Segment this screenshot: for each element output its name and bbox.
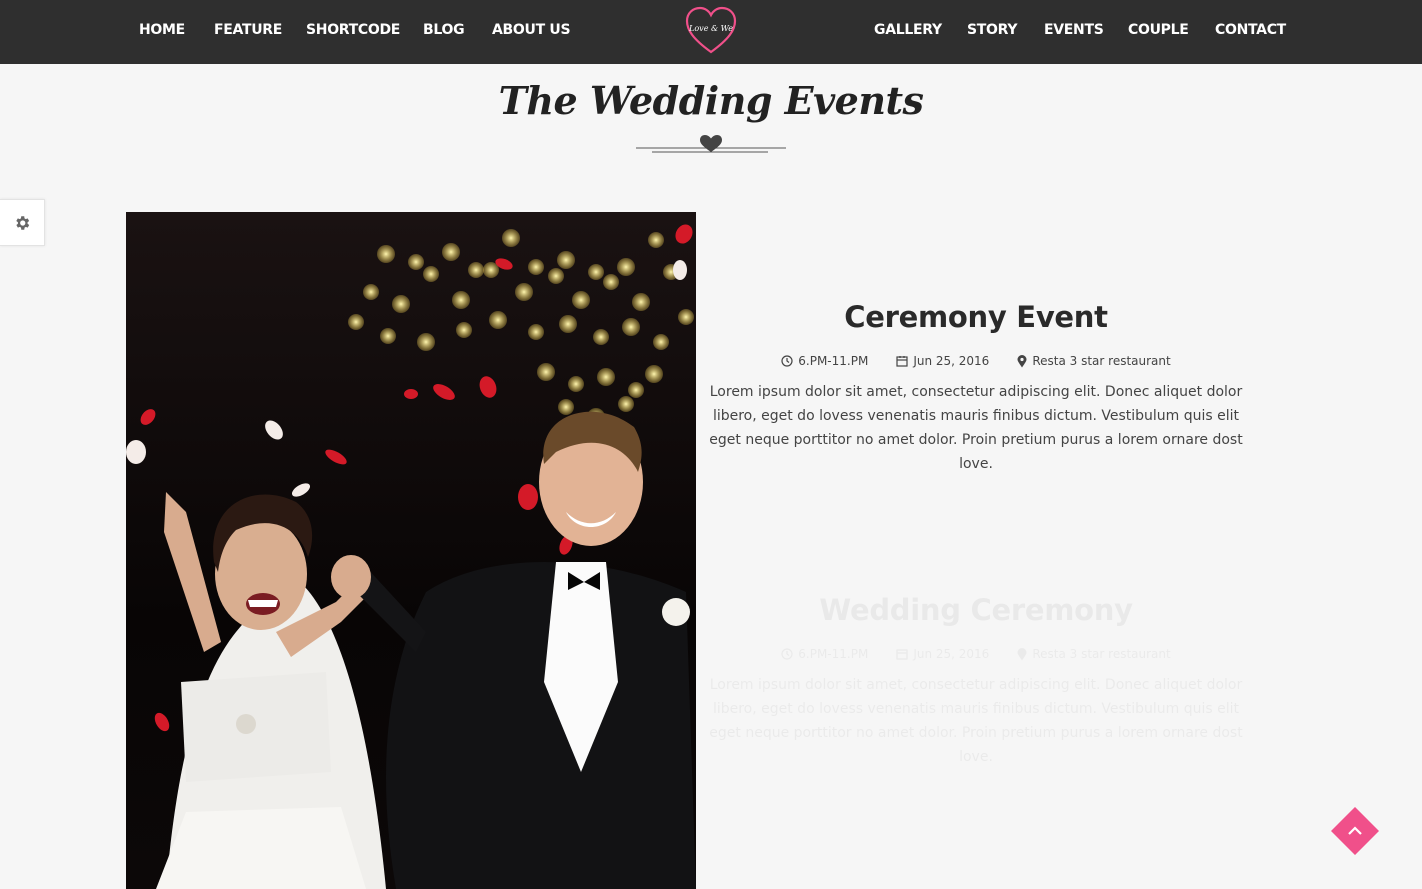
event-time-text: 6.PM-11.PM	[798, 647, 869, 661]
nav-blog[interactable]: BLOG	[423, 22, 465, 38]
event-description: Lorem ipsum dolor sit amet, consectetur …	[709, 384, 1243, 472]
settings-toggle[interactable]	[0, 199, 45, 246]
wedding-couple-photo	[126, 212, 696, 889]
event-time: 6.PM-11.PM	[781, 354, 868, 368]
gear-icon	[16, 215, 30, 230]
event-title[interactable]: Ceremony Event	[706, 300, 1246, 334]
map-pin-icon	[1017, 647, 1027, 660]
nav-events[interactable]: EVENTS	[1044, 22, 1104, 38]
event-time-text: 6.PM-11.PM	[798, 354, 869, 368]
chevron-up-icon	[1330, 806, 1380, 856]
event-date-text: Jun 25, 2016	[913, 647, 990, 661]
site-logo[interactable]: Love & We	[685, 6, 737, 56]
nav-home[interactable]: HOME	[139, 22, 185, 38]
event-location: Resta 3 star restaurant	[1017, 647, 1171, 661]
calendar-icon	[896, 356, 908, 367]
event-date: Jun 25, 2016	[896, 647, 989, 661]
map-pin-icon	[1017, 354, 1027, 367]
logo-text: Love & We	[688, 24, 733, 33]
main-navbar: HOME FEATURE SHORTCODE BLOG ABOUT US Lov…	[0, 0, 1422, 64]
section-title: The Wedding Events	[498, 78, 924, 123]
nav-shortcode[interactable]: SHORTCODE	[306, 22, 400, 38]
event-description: Lorem ipsum dolor sit amet, consectetur …	[709, 677, 1243, 765]
heart-divider	[636, 135, 786, 153]
event-card-wedding-ceremony: Wedding Ceremony 6.PM-11.PM Jun 25, 2016…	[706, 593, 1246, 769]
back-to-top-button[interactable]	[1330, 806, 1380, 856]
nav-story[interactable]: STORY	[967, 22, 1017, 38]
clock-icon	[781, 355, 793, 367]
event-card-ceremony: Ceremony Event 6.PM-11.PM Jun 25, 2016 R…	[706, 300, 1246, 476]
heart-icon	[700, 135, 722, 152]
couple-illustration	[126, 212, 696, 889]
event-meta: 6.PM-11.PM Jun 25, 2016 Resta 3 star res…	[706, 647, 1246, 661]
clock-icon	[781, 648, 793, 660]
event-location: Resta 3 star restaurant	[1017, 354, 1171, 368]
event-title[interactable]: Wedding Ceremony	[706, 593, 1246, 627]
nav-gallery[interactable]: GALLERY	[874, 22, 942, 38]
nav-about-us[interactable]: ABOUT US	[492, 22, 571, 38]
nav-feature[interactable]: FEATURE	[214, 22, 282, 38]
nav-contact[interactable]: CONTACT	[1215, 22, 1286, 38]
event-date: Jun 25, 2016	[896, 354, 989, 368]
event-location-text: Resta 3 star restaurant	[1032, 647, 1171, 661]
event-date-text: Jun 25, 2016	[913, 354, 990, 368]
event-meta: 6.PM-11.PM Jun 25, 2016 Resta 3 star res…	[706, 354, 1246, 368]
calendar-icon	[896, 649, 908, 660]
nav-couple[interactable]: COUPLE	[1128, 22, 1189, 38]
heart-icon: Love & We	[685, 6, 737, 54]
event-location-text: Resta 3 star restaurant	[1032, 354, 1171, 368]
event-time: 6.PM-11.PM	[781, 647, 868, 661]
